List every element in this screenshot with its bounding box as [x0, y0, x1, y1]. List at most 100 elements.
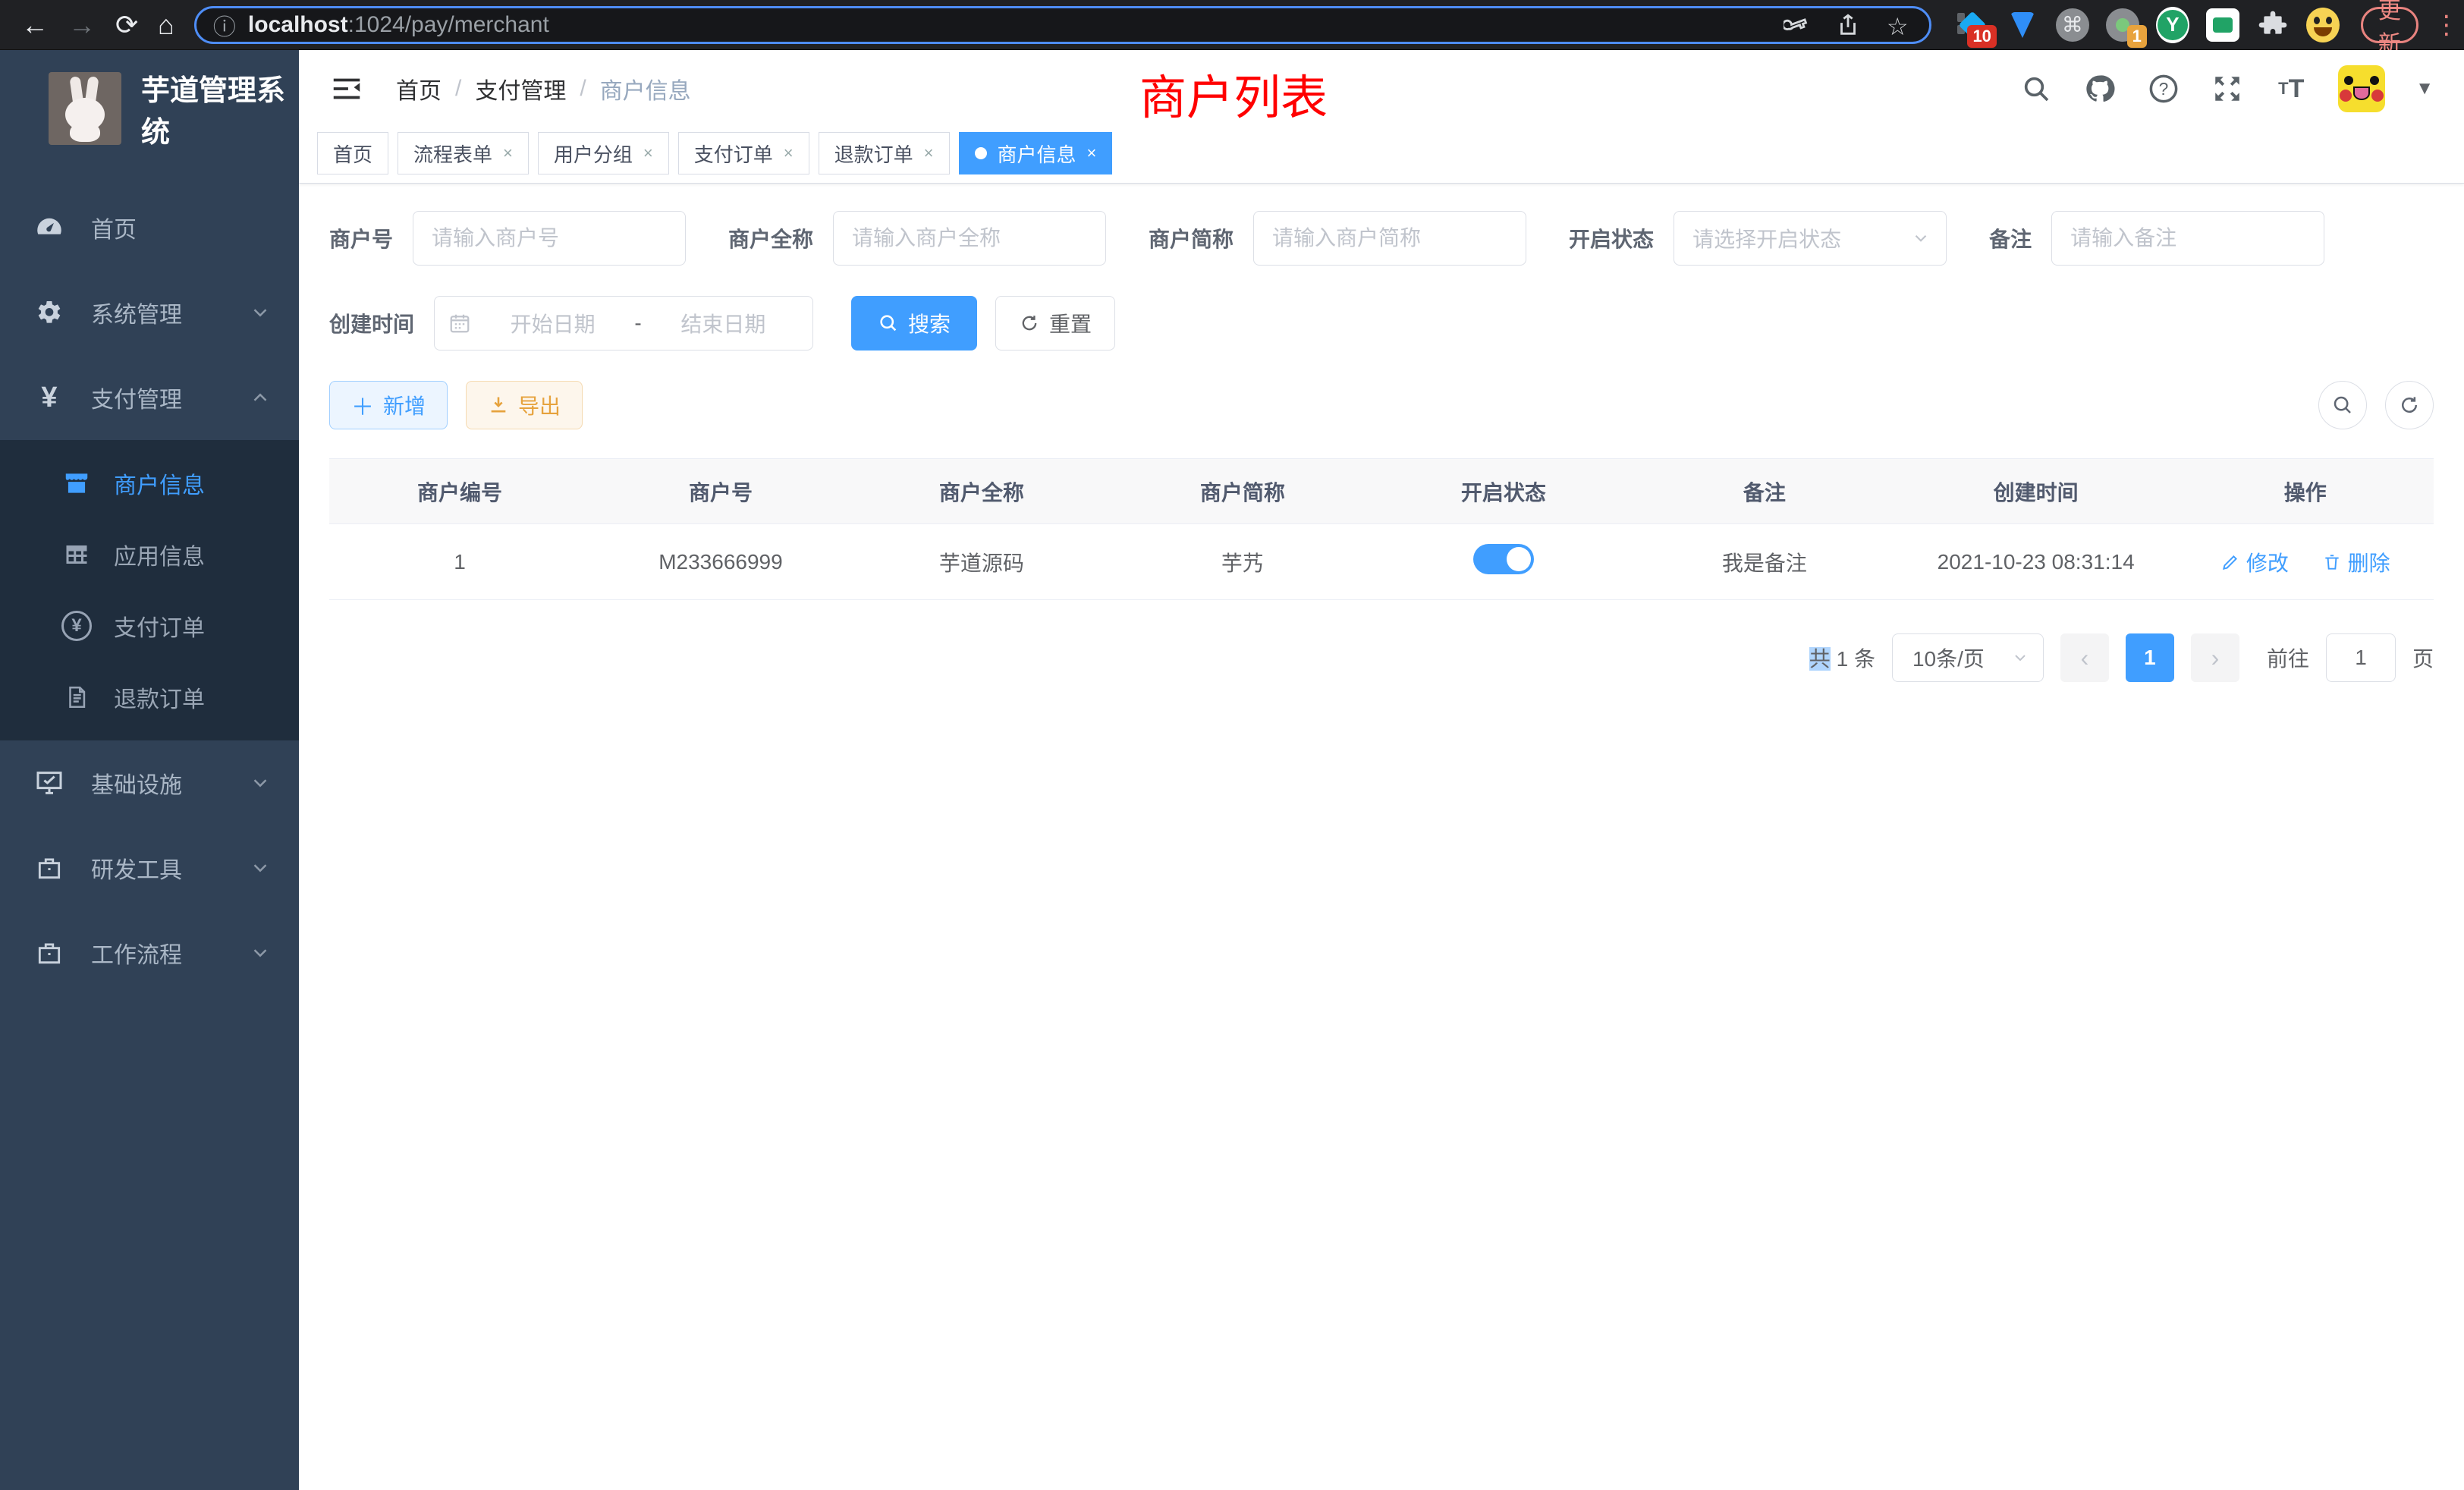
remark-input[interactable] — [2051, 211, 2324, 266]
github-icon[interactable] — [2083, 72, 2117, 105]
cell-merchant-no: M233666999 — [590, 524, 851, 600]
extension-chat-icon[interactable] — [2206, 8, 2239, 42]
site-info-icon[interactable]: ⓘ — [213, 8, 236, 42]
extension-y-icon[interactable]: Y — [2156, 8, 2189, 42]
cell-full-name: 芋道源码 — [851, 524, 1112, 600]
short-name-input[interactable] — [1253, 211, 1526, 266]
breadcrumb-payment[interactable]: 支付管理 — [475, 72, 566, 105]
page-size-select[interactable]: 10条/页 — [1892, 633, 2044, 682]
delete-button[interactable]: 删除 — [2322, 547, 2390, 577]
close-icon[interactable]: × — [643, 143, 653, 163]
sidebar-item-workflow[interactable]: 工作流程 — [0, 910, 299, 995]
breadcrumb-separator: / — [455, 76, 461, 102]
url-path: :1024/pay/merchant — [348, 12, 549, 37]
tab-merchant-info[interactable]: 商户信息× — [959, 132, 1113, 174]
gear-icon — [30, 296, 68, 329]
close-icon[interactable]: × — [784, 143, 794, 163]
collapse-sidebar-icon[interactable] — [329, 71, 364, 106]
goto-page-input[interactable] — [2326, 633, 2396, 682]
font-size-icon[interactable]: TT — [2274, 72, 2308, 105]
extension-command-icon[interactable]: ⌘ — [2056, 8, 2089, 42]
export-button[interactable]: 导出 — [466, 381, 583, 429]
sidebar-item-home[interactable]: 首页 — [0, 185, 299, 270]
extension-gem-icon[interactable] — [2006, 8, 2039, 42]
address-bar[interactable]: ⓘ localhost:1024/pay/merchant ☆ — [194, 6, 1931, 44]
sidebar-item-payment[interactable]: ¥ 支付管理 — [0, 355, 299, 440]
tab-pay-order[interactable]: 支付订单× — [678, 132, 809, 174]
cell-merchant-id: 1 — [329, 524, 590, 600]
pagination: 共 1 条 10条/页 ‹ 1 › 前往 页 — [329, 633, 2434, 682]
back-icon[interactable]: ← — [21, 11, 49, 39]
edit-button[interactable]: 修改 — [2220, 547, 2289, 577]
search-button[interactable]: 搜索 — [851, 296, 977, 350]
sidebar-item-merchant-info[interactable]: 商户信息 — [0, 448, 299, 519]
sidebar-item-dev-tools[interactable]: 研发工具 — [0, 825, 299, 910]
next-page-button[interactable]: › — [2191, 633, 2239, 682]
chevron-down-icon — [249, 857, 272, 879]
page-1-button[interactable]: 1 — [2126, 633, 2174, 682]
notification-badge: 1 — [2127, 25, 2147, 48]
emoji-avatar[interactable] — [2306, 8, 2340, 42]
status-select[interactable]: 请选择开启状态 — [1674, 211, 1947, 266]
extensions-puzzle-icon[interactable] — [2256, 8, 2290, 42]
briefcase-icon — [30, 851, 68, 885]
reset-button[interactable]: 重置 — [995, 296, 1115, 350]
start-date-placeholder[interactable]: 开始日期 — [477, 308, 628, 338]
col-full-name: 商户全称 — [851, 459, 1112, 524]
app-logo[interactable]: 芋道管理系统 — [0, 50, 299, 165]
forward-icon[interactable]: → — [68, 11, 96, 39]
svg-text:?: ? — [2159, 79, 2169, 99]
chevron-down-icon — [2011, 649, 2029, 667]
sidebar-item-infrastructure[interactable]: 基础设施 — [0, 740, 299, 825]
close-icon[interactable]: × — [924, 143, 934, 163]
merchant-no-input[interactable] — [413, 211, 686, 266]
filter-label-remark: 备注 — [1989, 223, 2032, 253]
breadcrumb-home[interactable]: 首页 — [396, 72, 442, 105]
tab-process-form[interactable]: 流程表单× — [398, 132, 529, 174]
password-key-icon[interactable] — [1784, 12, 1809, 38]
search-icon[interactable] — [2019, 72, 2053, 105]
sidebar-item-pay-order[interactable]: ¥ 支付订单 — [0, 590, 299, 662]
prev-page-button[interactable]: ‹ — [2060, 633, 2109, 682]
filter-label-short-name: 商户简称 — [1149, 223, 1234, 253]
refresh-table-button[interactable] — [2385, 381, 2434, 429]
browser-update-button[interactable]: 更新 — [2361, 7, 2418, 43]
col-remark: 备注 — [1634, 459, 1895, 524]
help-icon[interactable]: ? — [2147, 72, 2180, 105]
extension-diamond-icon[interactable]: 10 — [1956, 8, 1989, 42]
browser-menu-icon[interactable]: ⋮ — [2429, 10, 2464, 40]
tab-user-group[interactable]: 用户分组× — [538, 132, 669, 174]
extension-badge: 10 — [1967, 25, 1996, 48]
close-icon[interactable]: × — [1087, 143, 1097, 163]
col-merchant-no: 商户号 — [590, 459, 851, 524]
status-toggle-on[interactable] — [1473, 544, 1534, 574]
bookmark-star-icon[interactable]: ☆ — [1887, 12, 1912, 38]
sidebar-item-refund-order[interactable]: 退款订单 — [0, 662, 299, 733]
create-time-range-picker[interactable]: 开始日期 - 结束日期 — [434, 296, 813, 350]
extension-recorder-icon[interactable]: 1 — [2106, 8, 2139, 42]
red-annotation: 商户列表 — [1139, 59, 1328, 127]
sidebar-item-app-info[interactable]: 应用信息 — [0, 519, 299, 590]
sidebar-item-system[interactable]: 系统管理 — [0, 270, 299, 355]
reload-icon[interactable]: ⟳ — [115, 11, 138, 39]
share-icon[interactable] — [1835, 12, 1861, 38]
user-avatar[interactable] — [2338, 65, 2385, 112]
tab-refund-order[interactable]: 退款订单× — [819, 132, 950, 174]
chevron-down-icon — [249, 772, 272, 794]
filter-label-full-name: 商户全称 — [728, 223, 813, 253]
calendar-icon — [448, 312, 471, 335]
tab-home[interactable]: 首页 — [317, 132, 388, 174]
caret-down-icon[interactable]: ▼ — [2415, 78, 2434, 99]
home-icon[interactable]: ⌂ — [158, 11, 174, 39]
show-search-toggle-button[interactable] — [2318, 381, 2367, 429]
chevron-down-icon — [1911, 228, 1931, 248]
table-grid-icon — [59, 538, 94, 571]
end-date-placeholder[interactable]: 结束日期 — [648, 308, 799, 338]
add-button[interactable]: ＋ 新增 — [329, 381, 448, 429]
url-text[interactable]: localhost:1024/pay/merchant — [248, 12, 1771, 38]
full-name-input[interactable] — [833, 211, 1106, 266]
close-icon[interactable]: × — [503, 143, 513, 163]
table-header-row: 商户编号 商户号 商户全称 商户简称 开启状态 备注 创建时间 操作 — [329, 459, 2434, 524]
fullscreen-icon[interactable] — [2211, 72, 2244, 105]
breadcrumb: 首页 / 支付管理 / 商户信息 — [396, 72, 691, 105]
